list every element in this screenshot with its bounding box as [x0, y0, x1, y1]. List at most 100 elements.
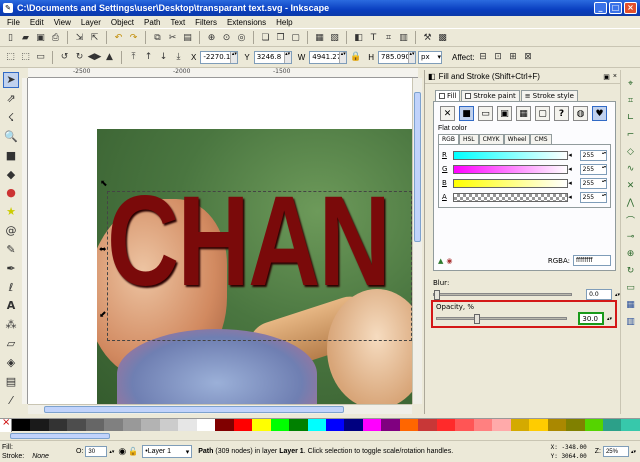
- undo-icon[interactable]: ↶: [112, 31, 125, 44]
- text-font-icon[interactable]: T: [367, 31, 380, 44]
- palette-swatch[interactable]: [196, 419, 216, 431]
- menu-filters[interactable]: Filters: [190, 18, 222, 27]
- palette-swatch[interactable]: [270, 419, 290, 431]
- rectangle-tool-icon[interactable]: ■: [3, 147, 19, 163]
- palette-swatch[interactable]: [325, 419, 345, 431]
- palette-swatch[interactable]: [547, 419, 567, 431]
- vertical-scrollbar[interactable]: [412, 78, 422, 404]
- scale-handle-icon[interactable]: ⬌: [99, 245, 107, 255]
- tab-fill[interactable]: Fill: [435, 90, 461, 101]
- scroll-thumb[interactable]: [44, 406, 344, 413]
- zoom-drawing-icon[interactable]: ⊙: [220, 31, 233, 44]
- tab-hsl[interactable]: HSL: [458, 134, 479, 144]
- lock-icon[interactable]: 🔒: [349, 51, 362, 64]
- tweak-tool-icon[interactable]: ☇: [3, 110, 19, 126]
- scroll-thumb[interactable]: [414, 92, 421, 242]
- palette-swatch[interactable]: [178, 419, 197, 431]
- y-input[interactable]: 3246.8 ▴▾: [253, 50, 292, 64]
- palette-swatch[interactable]: [418, 419, 437, 431]
- dropper-tool-icon[interactable]: ⁄: [3, 392, 19, 408]
- flip-horizontal-icon[interactable]: ◀▶: [88, 51, 102, 64]
- palette-swatch[interactable]: [492, 419, 511, 431]
- menu-extensions[interactable]: Extensions: [222, 18, 271, 27]
- palette-swatch[interactable]: [159, 419, 179, 431]
- menu-help[interactable]: Help: [271, 18, 297, 27]
- menu-layer[interactable]: Layer: [76, 18, 106, 27]
- deselect-icon[interactable]: ▭: [34, 51, 47, 64]
- alpha-slider[interactable]: [452, 192, 572, 202]
- calligraphy-tool-icon[interactable]: ℓ: [3, 279, 19, 295]
- dock-icon[interactable]: ▣: [603, 73, 610, 81]
- menu-file[interactable]: File: [2, 18, 25, 27]
- palette-swatch[interactable]: [362, 419, 382, 431]
- open-folder-icon[interactable]: ▰: [19, 31, 32, 44]
- gradient-tool-icon[interactable]: ▤: [3, 373, 19, 389]
- linear-gradient-icon[interactable]: ▭: [478, 106, 493, 121]
- x-input[interactable]: -2270.1 ▴▾: [200, 50, 239, 64]
- tab-cmyk[interactable]: CMYK: [478, 134, 504, 144]
- palette-swatch[interactable]: [307, 419, 326, 431]
- spin-arrows-icon[interactable]: ▴▾: [631, 449, 636, 455]
- palette-swatch[interactable]: [104, 419, 123, 431]
- cut-icon[interactable]: ✂: [166, 31, 179, 44]
- selector-tool-icon[interactable]: ➤: [3, 72, 19, 88]
- scale-handle-icon[interactable]: ⬋: [99, 310, 107, 320]
- opacity-input[interactable]: 30.0: [578, 312, 604, 325]
- align-icon[interactable]: ▥: [397, 31, 410, 44]
- palette-swatch[interactable]: [289, 419, 308, 431]
- palette-swatch[interactable]: [399, 419, 419, 431]
- snap-nodes-icon[interactable]: ◇: [625, 146, 637, 158]
- layer-select[interactable]: •Layer 1 ▾: [142, 445, 193, 458]
- palette-swatch[interactable]: [529, 419, 548, 431]
- palette-swatch[interactable]: [85, 419, 105, 431]
- spin-arrows-icon[interactable]: ▴▾: [283, 51, 291, 63]
- height-input[interactable]: 785.090 ▴▾: [378, 50, 417, 64]
- blue-value-input[interactable]: 255: [579, 177, 607, 189]
- snap-midpoint-icon[interactable]: ⊸: [625, 231, 637, 243]
- snap-cusp-icon[interactable]: ⋀: [625, 197, 637, 209]
- palette-swatch[interactable]: [455, 419, 474, 431]
- palette-swatch[interactable]: [215, 419, 234, 431]
- import-icon[interactable]: ⇲: [73, 31, 86, 44]
- tab-stroke-paint[interactable]: Stroke paint: [461, 90, 520, 101]
- move-gradients-icon[interactable]: ⊞: [507, 51, 520, 64]
- move-patterns-icon[interactable]: ⊠: [522, 51, 535, 64]
- tab-cms[interactable]: CMS: [530, 134, 552, 144]
- tab-wheel[interactable]: Wheel: [503, 134, 531, 144]
- nonzero-fill-icon[interactable]: ♥: [592, 106, 607, 121]
- ellipse-tool-icon[interactable]: ●: [3, 185, 19, 201]
- ungroup-icon[interactable]: ▧: [328, 31, 341, 44]
- palette-swatch[interactable]: [141, 419, 160, 431]
- palette-swatch[interactable]: [30, 419, 49, 431]
- flat-color-icon[interactable]: ■: [459, 106, 474, 121]
- snap-smooth-icon[interactable]: ⌒: [625, 214, 637, 227]
- palette-swatch[interactable]: [48, 419, 68, 431]
- snap-bbox-edge-icon[interactable]: ∟: [625, 112, 637, 124]
- green-value-input[interactable]: 255: [579, 163, 607, 175]
- node-tool-icon[interactable]: ⇗: [3, 91, 19, 107]
- raise-icon[interactable]: ↑: [142, 51, 155, 64]
- spin-arrows-icon[interactable]: ▴▾: [230, 51, 238, 63]
- snap-bbox-corner-icon[interactable]: ⌐: [625, 129, 637, 141]
- lock-icon[interactable]: 🔓: [128, 447, 138, 456]
- palette-swatch[interactable]: [122, 419, 142, 431]
- out-of-gamut-icon[interactable]: ◉: [446, 257, 452, 265]
- palette-swatch[interactable]: [510, 419, 530, 431]
- menu-object[interactable]: Object: [106, 18, 139, 27]
- menu-edit[interactable]: Edit: [25, 18, 49, 27]
- text-tool-icon[interactable]: A: [3, 298, 19, 314]
- export-icon[interactable]: ⇱: [88, 31, 101, 44]
- preferences-icon[interactable]: ⚒: [421, 31, 434, 44]
- lower-icon[interactable]: ↓: [157, 51, 170, 64]
- spin-arrows-icon[interactable]: ▴▾: [408, 51, 416, 63]
- document-properties-icon[interactable]: ▩: [436, 31, 449, 44]
- palette-swatch[interactable]: [566, 419, 585, 431]
- alpha-value-input[interactable]: 255: [579, 191, 607, 203]
- snap-paths-icon[interactable]: ∿: [625, 163, 637, 175]
- fill-stroke-icon[interactable]: ◧: [352, 31, 365, 44]
- minimize-button[interactable]: _: [594, 2, 607, 14]
- blur-slider[interactable]: [433, 290, 573, 300]
- palette-swatch[interactable]: [67, 419, 86, 431]
- drawing-canvas[interactable]: CHAN ⬉ ⬌ ⬋: [28, 78, 412, 404]
- menu-view[interactable]: View: [49, 18, 76, 27]
